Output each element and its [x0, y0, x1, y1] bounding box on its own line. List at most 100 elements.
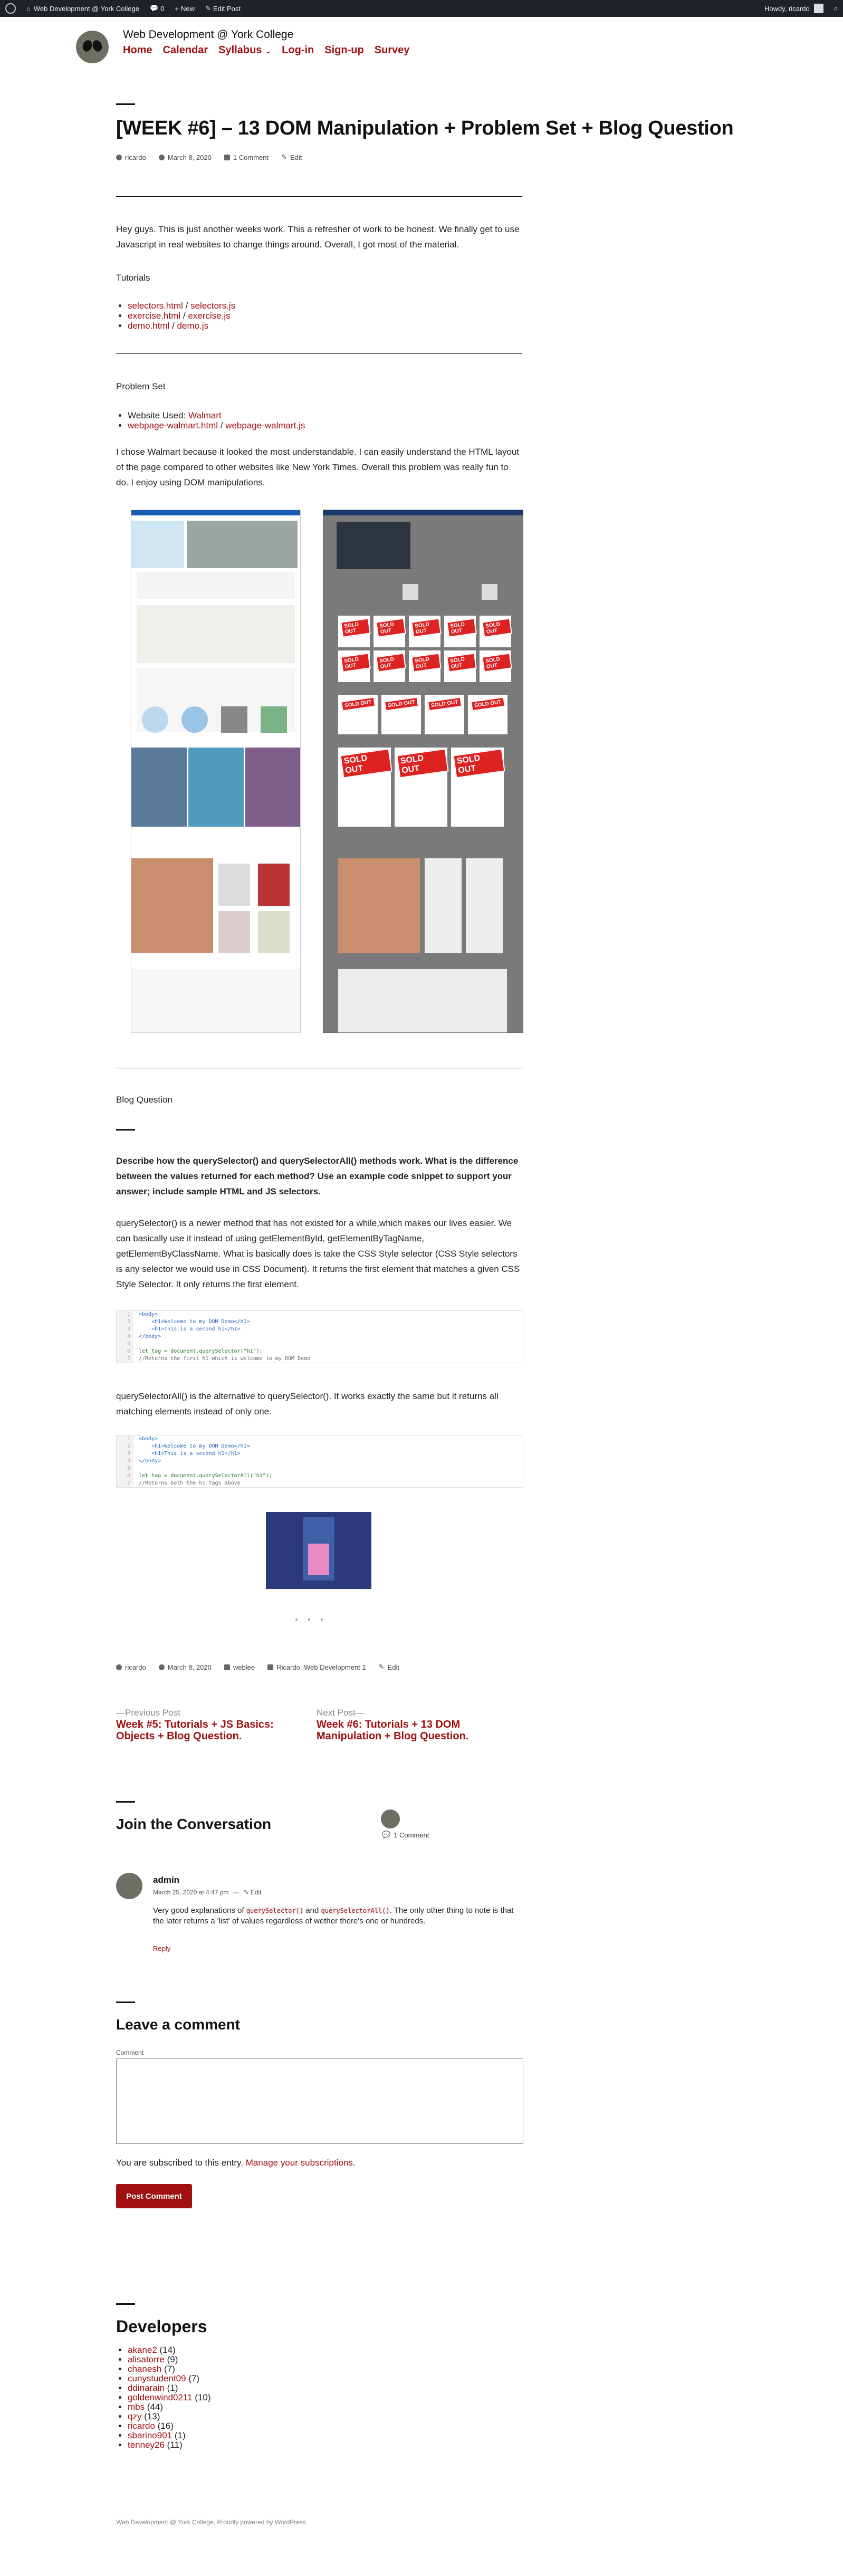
- tutorial-link[interactable]: exercise.js: [188, 311, 230, 321]
- sold-out-badge: SOLD OUT: [376, 618, 406, 638]
- nav-survey[interactable]: Survey: [375, 44, 410, 56]
- code-line: 1 <body>: [117, 1311, 523, 1318]
- comment-textarea[interactable]: [116, 2058, 523, 2144]
- wordpress-logo[interactable]: [0, 0, 21, 17]
- developer-link[interactable]: cunystudent09: [128, 2373, 186, 2383]
- footer-author[interactable]: ricardo: [116, 1663, 146, 1671]
- code-line: 6 let tag = document.querySelectorAll("h1…: [117, 1472, 523, 1480]
- line-number: 7: [117, 1355, 133, 1363]
- footer-tags[interactable]: Ricardo, Web Development 1: [267, 1663, 366, 1671]
- code-text: <h1>This is a second h1</h1>: [139, 1451, 241, 1457]
- developer-link[interactable]: tenney26: [128, 2440, 165, 2450]
- developer-link[interactable]: ddinarain: [128, 2383, 165, 2393]
- developer-link[interactable]: sbarino901: [128, 2430, 172, 2440]
- comment-code: querySelectorAll(): [321, 1907, 390, 1914]
- site-footer: Web Development @ York College, Proudly …: [116, 2518, 308, 2526]
- blog-question-heading: Blog Question: [116, 1095, 173, 1105]
- tutorial-link[interactable]: selectors.html: [128, 301, 183, 311]
- post-footer-meta: ricardo March 8, 2020 weblee Ricardo, We…: [116, 1663, 399, 1671]
- person-icon: [116, 154, 122, 160]
- developer-post-count: (14): [157, 2345, 176, 2355]
- blog-question-text: Describe how the querySelector() and que…: [116, 1156, 519, 1196]
- footer-date-label: March 8, 2020: [167, 1663, 212, 1671]
- tutorial-link[interactable]: demo.js: [177, 321, 209, 331]
- chevron-down-icon: ⌄: [265, 46, 272, 55]
- comment-date[interactable]: March 25, 2020 at 4:47 pm: [153, 1889, 228, 1896]
- tag-icon: [267, 1664, 274, 1670]
- walmart-original-screenshot: [131, 510, 301, 1033]
- line-number: 3: [117, 1326, 133, 1333]
- nav-calendar[interactable]: Calendar: [163, 44, 208, 56]
- developer-link[interactable]: qzy: [128, 2411, 141, 2421]
- site-header: Web Development @ York College Home Cale…: [74, 25, 770, 68]
- code-line: 3 <h1>This is a second h1</h1>: [117, 1326, 523, 1333]
- footer-date[interactable]: March 8, 2020: [158, 1663, 212, 1671]
- footer-tags-label: Ricardo, Web Development 1: [276, 1663, 366, 1671]
- next-post-title: Week #6: Tutorials + 13 DOM Manipulation…: [317, 1719, 469, 1742]
- developer-link[interactable]: akane2: [128, 2345, 157, 2355]
- sold-out-badge: SOLD OUT: [384, 696, 419, 712]
- subscription-text: You are subscribed to this entry.: [116, 2158, 246, 2168]
- site-title[interactable]: Web Development @ York College: [123, 28, 293, 41]
- admin-edit-post[interactable]: ✎ Edit Post: [200, 0, 246, 17]
- list-item: demo.html / demo.js: [128, 321, 522, 331]
- line-number: 6: [117, 1472, 133, 1480]
- nav-syllabus[interactable]: Syllabus ⌄: [218, 44, 271, 56]
- post-comment-button[interactable]: Post Comment: [116, 2184, 192, 2208]
- nav-login[interactable]: Log-in: [282, 44, 314, 56]
- clock-icon: [158, 1664, 165, 1670]
- line-number: 4: [117, 1458, 133, 1465]
- footer-edit[interactable]: ✎ Edit: [379, 1663, 399, 1671]
- admin-account[interactable]: Howdy, ricardo: [759, 0, 829, 17]
- comment-edit[interactable]: ✎ Edit: [243, 1889, 261, 1896]
- code-snippet-2: 1 <body> 2 <h1>Welcome to my DOM Demo</h1>…: [116, 1435, 523, 1488]
- developer-link[interactable]: chanesh: [128, 2364, 161, 2374]
- developer-post-count: (7): [161, 2364, 175, 2374]
- manage-subscriptions-link[interactable]: Manage your subscriptions: [246, 2158, 353, 2168]
- pagination-dots: [295, 1619, 323, 1621]
- tutorial-link[interactable]: selectors.js: [190, 301, 235, 311]
- comment-author[interactable]: admin: [153, 1875, 179, 1885]
- previous-post-link[interactable]: —Previous Post Week #5: Tutorials + JS B…: [116, 1707, 306, 1742]
- admin-site-link[interactable]: ⌂ Web Development @ York College: [21, 0, 145, 17]
- footer-category[interactable]: weblee: [224, 1663, 255, 1671]
- tutorial-link[interactable]: exercise.html: [128, 311, 180, 321]
- webpage-html-link[interactable]: webpage-walmart.html: [128, 420, 218, 430]
- admin-search[interactable]: ⌕: [829, 0, 843, 17]
- meta-edit[interactable]: ✎ Edit: [281, 153, 302, 161]
- leave-comment-heading: Leave a comment: [116, 2016, 240, 2033]
- sold-out-badge: SOLD OUT: [427, 696, 462, 712]
- meta-comments[interactable]: 1 Comment: [224, 154, 269, 161]
- comment-count-link[interactable]: 💬 1 Comment: [382, 1831, 429, 1839]
- code-text: let tag = document.querySelector("h1");: [139, 1348, 263, 1354]
- reply-link[interactable]: Reply: [153, 1945, 170, 1952]
- webpage-js-link[interactable]: webpage-walmart.js: [225, 420, 305, 430]
- line-number: 2: [117, 1443, 133, 1450]
- sold-out-badge: SOLD OUT: [340, 748, 392, 779]
- walmart-link[interactable]: Walmart: [188, 410, 222, 420]
- code-text: <h1>Welcome to my DOM Demo</h1>: [139, 1443, 250, 1449]
- folder-icon: [224, 1664, 230, 1670]
- meta-date[interactable]: March 8, 2020: [158, 154, 212, 161]
- list-item: goldenwind0211 (10): [128, 2393, 522, 2402]
- commenter-avatar-small: [381, 1809, 400, 1828]
- meta-author[interactable]: ricardo: [116, 154, 146, 161]
- developer-link[interactable]: mbs: [128, 2402, 145, 2412]
- developer-post-count: (11): [164, 2440, 183, 2450]
- separator-text: —: [233, 1889, 240, 1896]
- admin-new[interactable]: + New: [169, 0, 200, 17]
- intro-paragraph: Hey guys. This is just another weeks wor…: [116, 224, 520, 250]
- line-number: 1: [117, 1311, 133, 1318]
- sold-out-badge: SOLD OUT: [340, 653, 371, 673]
- developer-link[interactable]: ricardo: [128, 2421, 155, 2431]
- list-item: sbarino901 (1): [128, 2431, 522, 2440]
- nav-signup[interactable]: Sign-up: [324, 44, 363, 56]
- developer-link[interactable]: alisatorre: [128, 2354, 165, 2364]
- tutorial-link[interactable]: demo.html: [128, 321, 169, 331]
- admin-comments[interactable]: 💬 0: [145, 0, 169, 17]
- separator: [116, 2002, 135, 2003]
- site-logo[interactable]: [76, 31, 109, 63]
- next-post-link[interactable]: Next Post— Week #6: Tutorials + 13 DOM M…: [317, 1707, 522, 1742]
- nav-home[interactable]: Home: [123, 44, 152, 56]
- developer-link[interactable]: goldenwind0211: [128, 2392, 193, 2402]
